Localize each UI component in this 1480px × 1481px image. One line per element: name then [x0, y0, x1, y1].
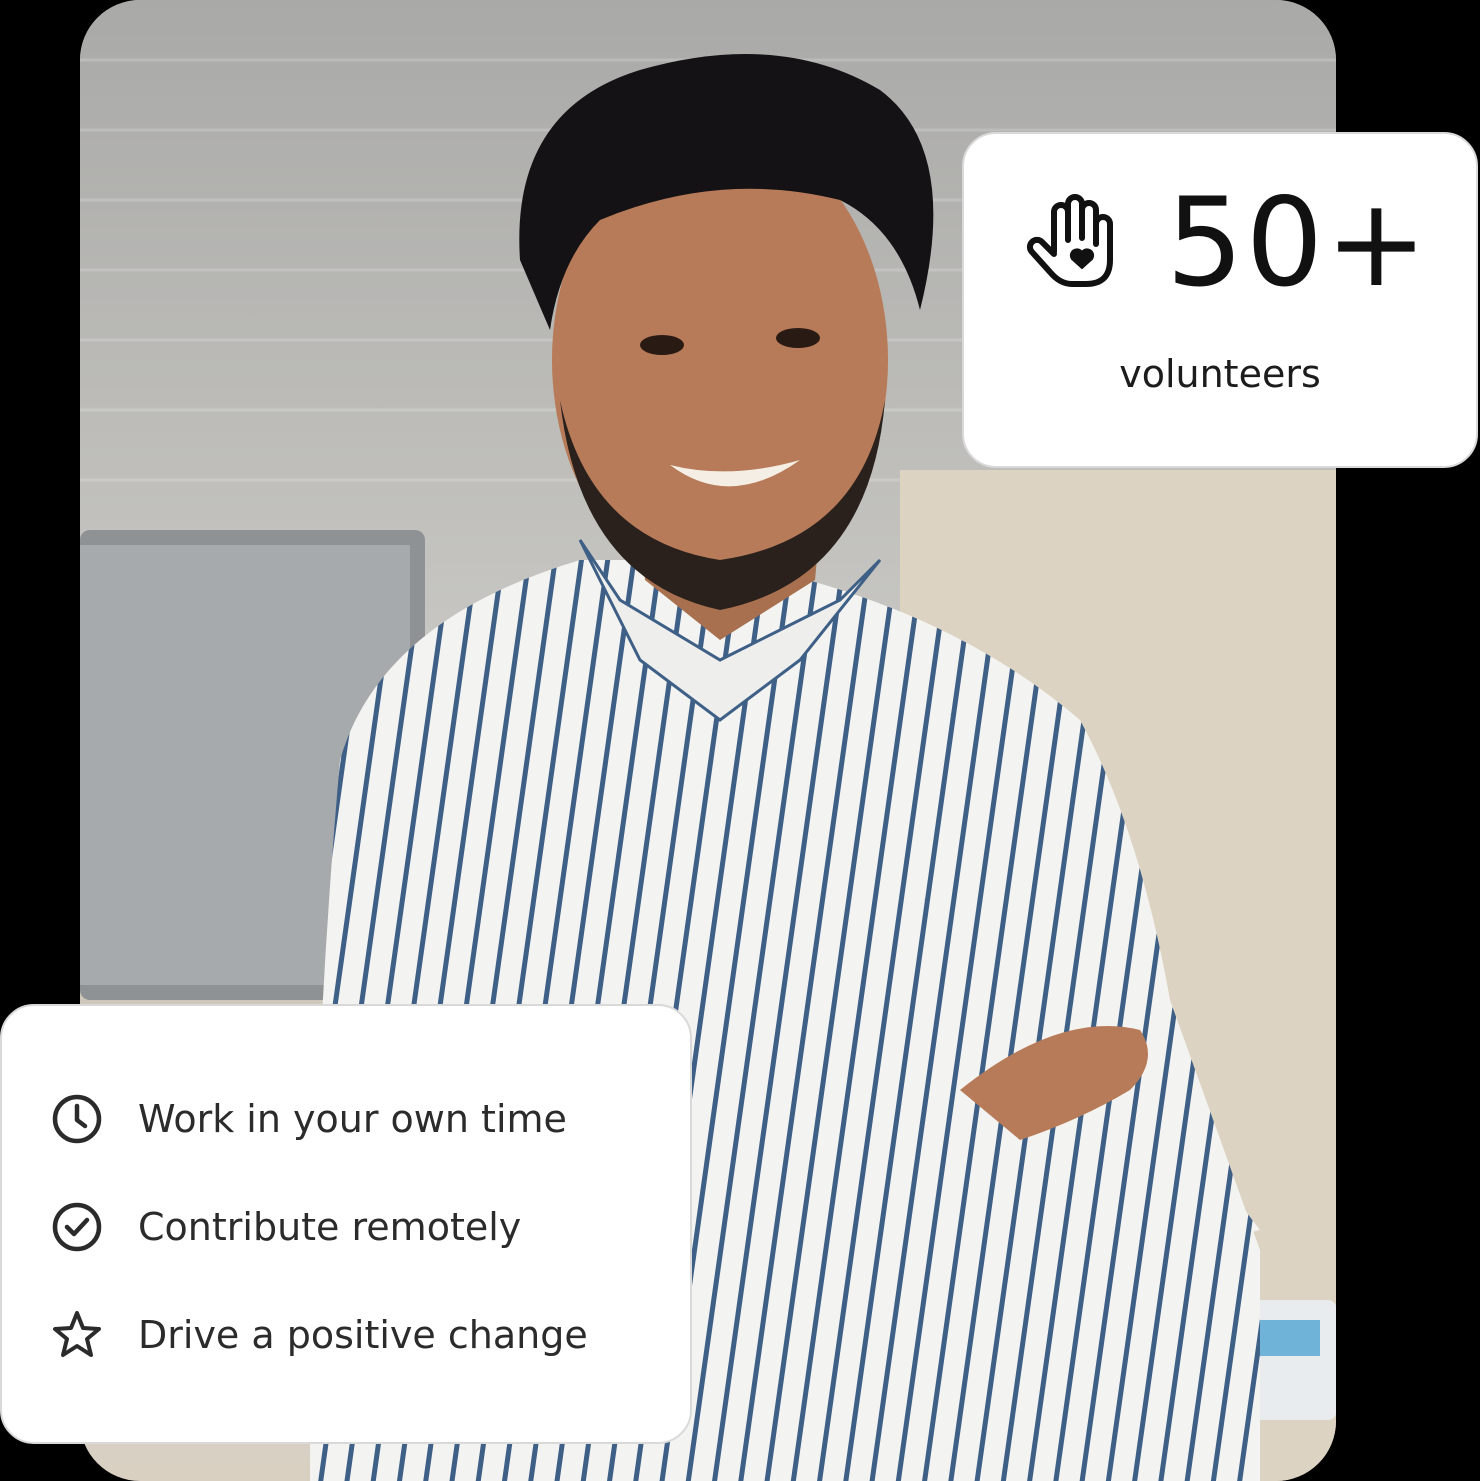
benefit-text: Contribute remotely: [138, 1205, 522, 1249]
benefit-item: Work in your own time: [50, 1092, 567, 1146]
benefits-card: Work in your own time Contribute remotel…: [0, 1004, 692, 1444]
benefit-item: Contribute remotely: [50, 1200, 521, 1254]
stat-row: 50+: [1024, 182, 1429, 304]
stat-value: 50+: [1166, 172, 1430, 314]
clock-icon: [52, 1094, 102, 1144]
check-circle-icon: [52, 1202, 102, 1252]
hero-visual: 50+ volunteers Work in your own time Con…: [0, 0, 1480, 1481]
volunteers-stat-card: 50+ volunteers: [962, 132, 1478, 468]
star-icon: [53, 1311, 101, 1357]
volunteer-hand-heart-icon: [1024, 192, 1122, 294]
benefit-text: Drive a positive change: [138, 1313, 588, 1357]
benefit-item: Drive a positive change: [50, 1308, 588, 1362]
benefit-text: Work in your own time: [138, 1097, 567, 1141]
stat-label: volunteers: [1119, 352, 1321, 396]
